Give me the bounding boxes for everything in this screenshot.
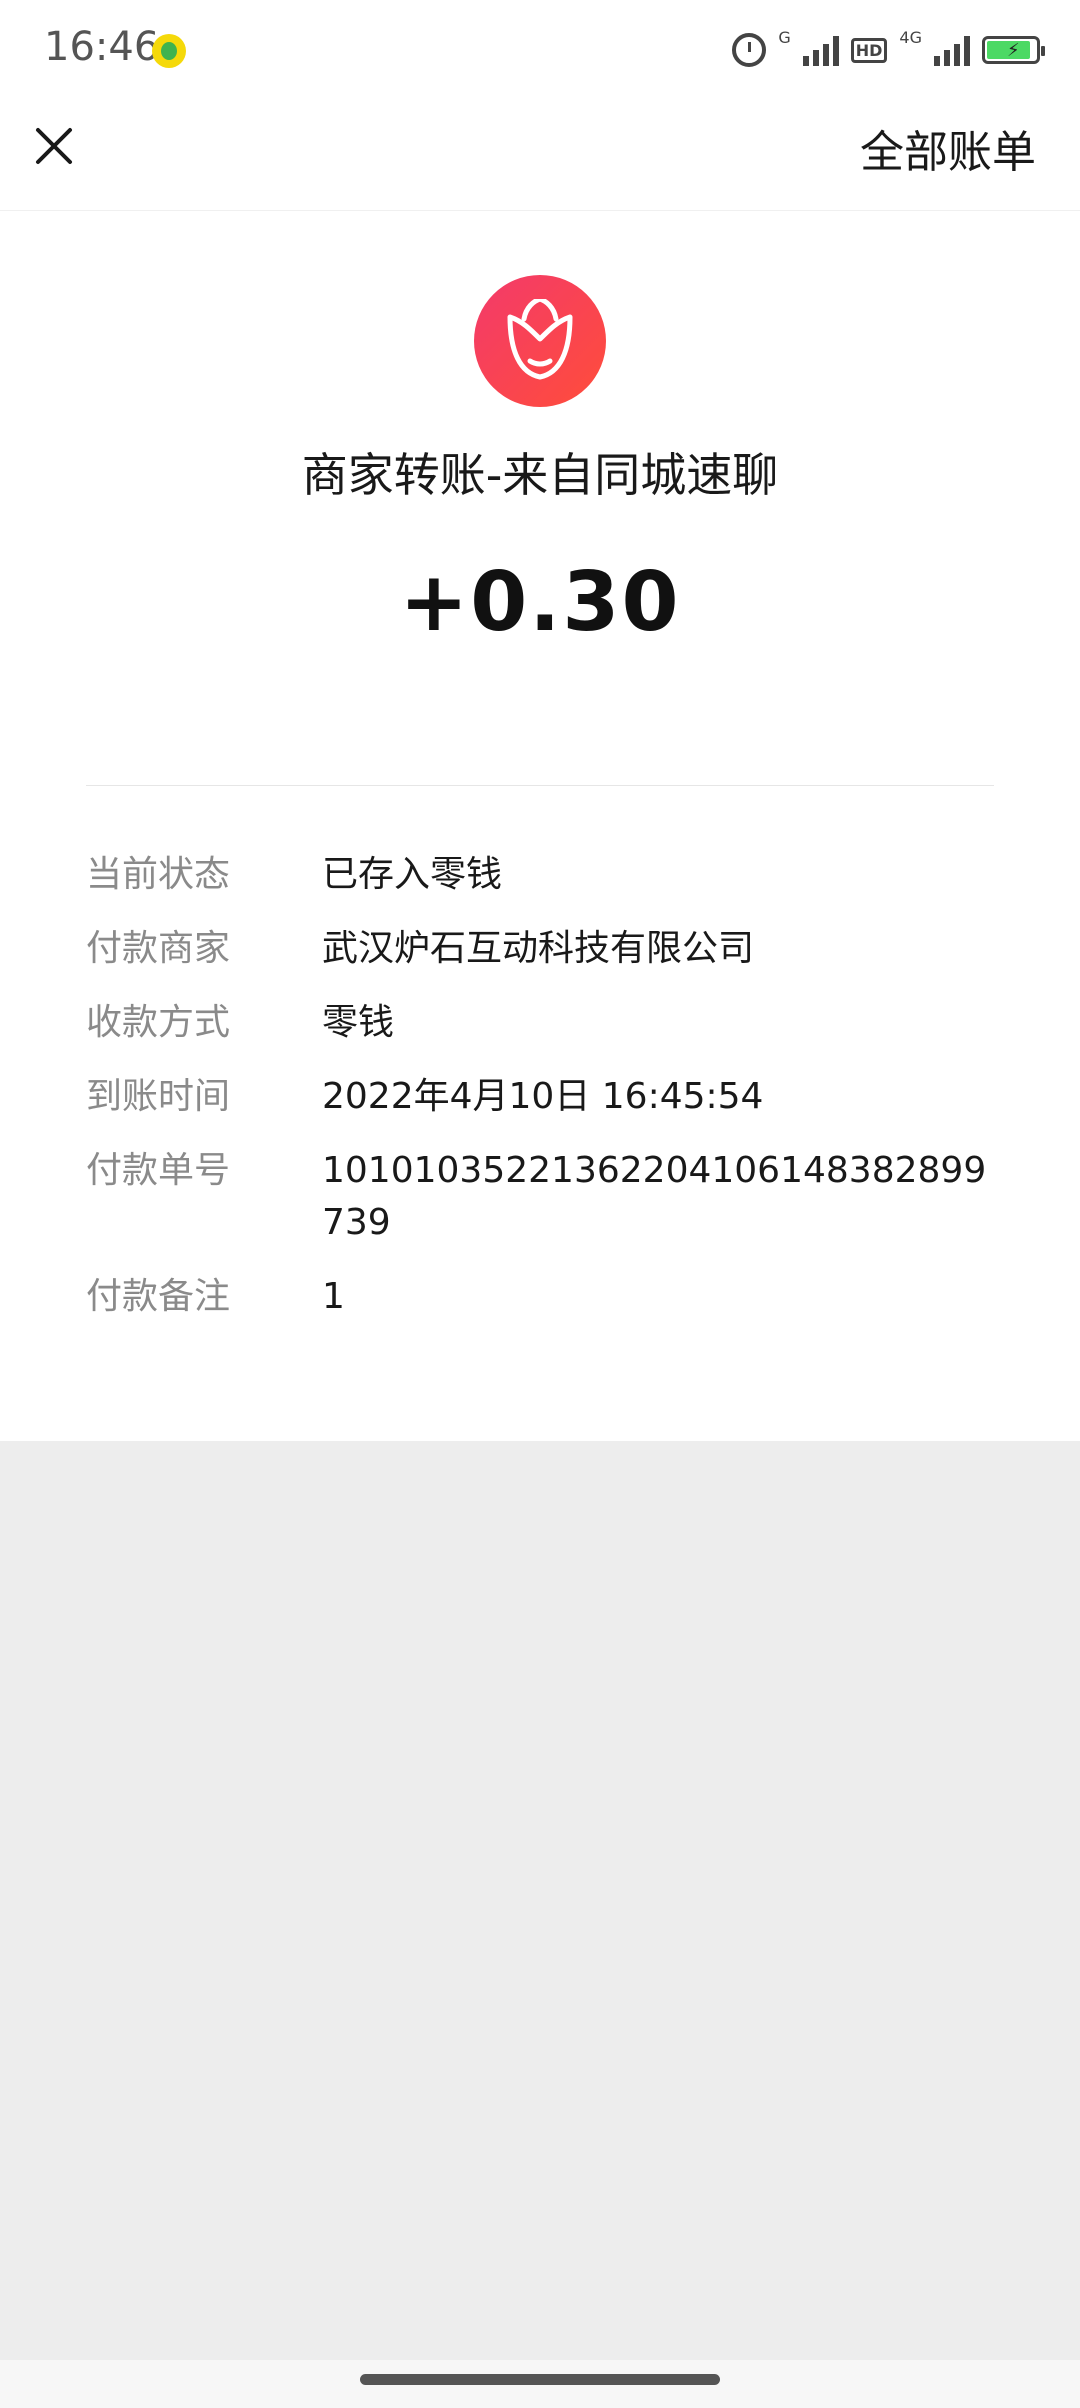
detail-label: 当前状态: [86, 854, 231, 895]
detail-row-method: 收款方式 零钱: [86, 997, 1006, 1049]
hd-icon: HD: [850, 37, 888, 63]
network-type-label: G: [778, 28, 791, 47]
detail-label: 付款单号: [86, 1150, 231, 1191]
transaction-amount: +0.30: [399, 555, 681, 650]
home-indicator[interactable]: [360, 2374, 720, 2385]
all-bills-link[interactable]: 全部账单: [860, 116, 1036, 180]
transaction-detail-card: 商家转账-来自同城速聊 +0.30 当前状态 已存入零钱 付款商家 武汉炉石互动…: [0, 211, 1080, 1441]
detail-label: 到账时间: [86, 1076, 231, 1117]
charging-bolt-icon: ⚡: [1007, 40, 1020, 61]
detail-value: 武汉炉石互动科技有限公司: [322, 928, 755, 969]
alarm-icon: [732, 33, 767, 67]
detail-row-time: 到账时间 2022年4月10日 16:45:54: [86, 1071, 1006, 1123]
detail-label: 付款备注: [86, 1276, 231, 1317]
status-icons: G HD 4G ⚡: [732, 28, 1045, 72]
detail-row-payer: 付款商家 武汉炉石互动科技有限公司: [86, 923, 1006, 975]
signal-icon-2: [934, 34, 970, 66]
detail-value: 10101035221362204106148382899739: [322, 1150, 987, 1243]
detail-label: 付款商家: [86, 928, 231, 969]
notification-app-icon: [152, 34, 186, 68]
status-bar: 16:46 G HD 4G ⚡: [0, 0, 1080, 100]
detail-list: 当前状态 已存入零钱 付款商家 武汉炉石互动科技有限公司 收款方式 零钱 到账时…: [86, 849, 1006, 1345]
signal-icon: [802, 34, 839, 66]
network-type-label-2: 4G: [899, 28, 922, 47]
detail-row-order-number: 付款单号 10101035221362204106148382899739: [86, 1145, 1006, 1249]
close-button[interactable]: [30, 122, 78, 170]
status-time: 16:46: [44, 24, 160, 70]
battery-icon: ⚡: [982, 36, 1045, 64]
detail-value: 已存入零钱: [322, 854, 503, 895]
merchant-logo: [474, 275, 606, 407]
divider: [86, 785, 994, 786]
detail-value: 1: [322, 1276, 345, 1317]
transaction-title: 商家转账-来自同城速聊: [301, 448, 779, 502]
close-icon: [36, 128, 72, 164]
top-navigation-bar: 全部账单: [0, 100, 1080, 211]
detail-value: 零钱: [322, 1002, 395, 1043]
detail-label: 收款方式: [86, 1002, 231, 1043]
detail-row-remark: 付款备注 1: [86, 1271, 1006, 1323]
rose-icon: [507, 299, 573, 380]
detail-row-status: 当前状态 已存入零钱: [86, 849, 1006, 901]
detail-value: 2022年4月10日 16:45:54: [322, 1076, 764, 1117]
